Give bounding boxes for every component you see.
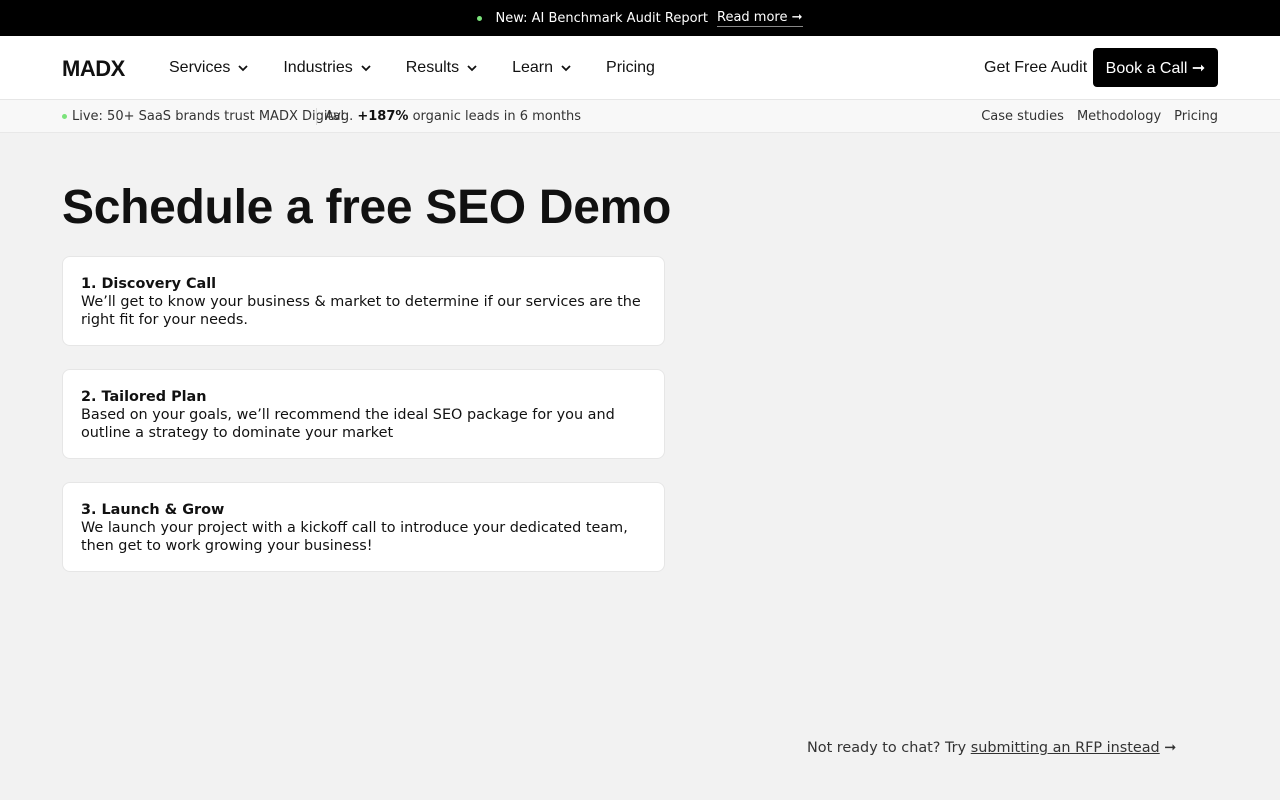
avg-value: +187% xyxy=(357,109,409,124)
avg-stat: Avg. +187% organic leads in 6 months xyxy=(325,109,581,124)
nav-learn[interactable]: Learn xyxy=(512,59,572,77)
case-studies-link[interactable]: Case studies xyxy=(981,109,1064,124)
announcement-bar: New: AI Benchmark Audit Report Read more… xyxy=(0,0,1280,36)
chevron-down-icon xyxy=(238,65,248,72)
step-title: 3. Launch & Grow xyxy=(81,502,225,518)
step-text: Based on your goals, we’ll recommend the… xyxy=(81,407,615,441)
status-dot-icon xyxy=(477,15,483,21)
rfp-note: Not ready to chat? Try submitting an RFP… xyxy=(807,740,1176,756)
site-header: MADX Services Industries Results Learn P… xyxy=(0,36,1280,100)
step-card-discovery: 1. Discovery Call We’ll get to know your… xyxy=(62,256,665,346)
rfp-prefix: Not ready to chat? Try xyxy=(807,740,967,756)
nav-services[interactable]: Services xyxy=(169,59,249,77)
nav-label: Industries xyxy=(283,59,353,76)
nav-label: Results xyxy=(405,59,460,76)
chevron-down-icon xyxy=(361,65,371,72)
arrow-right-icon: ➞ xyxy=(1164,740,1177,756)
subbar-links: Case studies Methodology Pricing xyxy=(981,109,1218,124)
live-dot-icon xyxy=(62,114,67,119)
madx-logo[interactable]: MADX xyxy=(62,56,125,82)
step-text: We’ll get to know your business & market… xyxy=(81,294,641,328)
main-nav: Services Industries Results Learn Pricin… xyxy=(169,36,689,100)
pricing-link[interactable]: Pricing xyxy=(1174,109,1218,124)
page-title: Schedule a free SEO Demo xyxy=(62,181,672,234)
avg-suffix: organic leads in 6 months xyxy=(412,109,582,124)
nav-label: Services xyxy=(169,59,231,76)
step-title: 2. Tailored Plan xyxy=(81,389,207,405)
avg-prefix: Avg. xyxy=(325,109,354,124)
trust-bar: Live: 50+ SaaS brands trust MADX Digital… xyxy=(0,100,1280,133)
read-more-link[interactable]: Read more ➞ xyxy=(717,10,803,27)
announcement-text: New: AI Benchmark Audit Report xyxy=(495,10,708,26)
step-card-plan: 2. Tailored Plan Based on your goals, we… xyxy=(62,369,665,459)
get-free-audit-link[interactable]: Get Free Audit xyxy=(984,59,1087,77)
step-text: We launch your project with a kickoff ca… xyxy=(81,520,628,554)
step-card-launch: 3. Launch & Grow We launch your project … xyxy=(62,482,665,572)
step-title: 1. Discovery Call xyxy=(81,276,217,292)
divider xyxy=(316,108,317,125)
rfp-link[interactable]: submitting an RFP instead xyxy=(971,740,1160,756)
chevron-down-icon xyxy=(561,65,571,72)
chevron-down-icon xyxy=(467,65,477,72)
nav-label: Learn xyxy=(512,59,554,76)
book-a-call-button[interactable]: Book a Call ➞ xyxy=(1093,48,1218,87)
live-indicator: Live: 50+ SaaS brands trust MADX Digital xyxy=(62,109,344,124)
nav-industries[interactable]: Industries xyxy=(283,59,371,77)
nav-label: Pricing xyxy=(606,59,655,76)
nav-pricing[interactable]: Pricing xyxy=(606,59,655,77)
nav-results[interactable]: Results xyxy=(406,59,478,77)
live-text: Live: 50+ SaaS brands trust MADX Digital xyxy=(72,109,345,124)
methodology-link[interactable]: Methodology xyxy=(1077,109,1161,124)
